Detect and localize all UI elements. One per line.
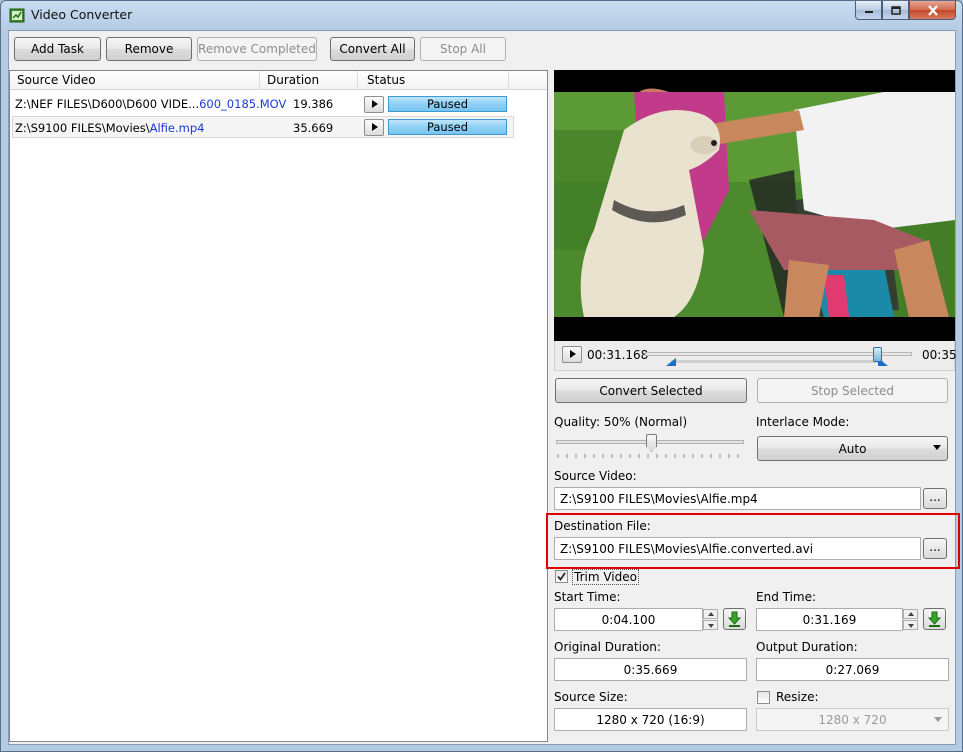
browse-source-button[interactable]: ...	[923, 488, 947, 509]
table-row[interactable]: Z:\NEF FILES\D600\D600 VIDE...600_0185.M…	[12, 93, 514, 115]
output-duration-field: 0:27.069	[756, 658, 949, 681]
quality-slider[interactable]	[556, 432, 746, 462]
stop-all-button[interactable]: Stop All	[420, 37, 506, 61]
destination-file-field[interactable]: Z:\S9100 FILES\Movies\Alfie.converted.av…	[554, 537, 921, 560]
trim-range-bar	[671, 360, 883, 363]
source-video-label: Source Video:	[554, 469, 637, 483]
remove-button[interactable]: Remove	[106, 37, 192, 61]
original-duration-field: 0:35.669	[554, 658, 747, 681]
end-time: 00:35	[922, 348, 957, 362]
end-time-field[interactable]: 0:31.169	[756, 608, 903, 631]
source-size-field: 1280 x 720 (16:9)	[554, 708, 747, 731]
set-end-time-button[interactable]	[923, 608, 946, 630]
trim-start-marker-icon[interactable]	[666, 358, 676, 366]
trim-video-checkbox[interactable]	[555, 570, 568, 583]
interlace-mode-value: Auto	[838, 441, 867, 456]
source-path-cell: Z:\S9100 FILES\Movies\Alfie.mp4	[15, 121, 205, 135]
minimize-icon	[864, 11, 873, 13]
original-duration-label: Original Duration:	[554, 640, 661, 654]
column-header-duration[interactable]: Duration	[267, 73, 319, 87]
duration-cell: 35.669	[293, 121, 334, 135]
list-header: Source Video Duration Status	[10, 71, 547, 90]
start-time-stepper[interactable]	[703, 609, 718, 630]
transport-bar: 00:31.168 00:35	[554, 341, 957, 371]
interlace-mode-select[interactable]: Auto	[757, 436, 948, 461]
checkmark-icon	[557, 572, 566, 581]
browse-destination-button[interactable]: ...	[923, 538, 947, 559]
play-button[interactable]	[562, 346, 582, 363]
quality-label: Quality: 50% (Normal)	[554, 415, 688, 429]
window-title: Video Converter	[31, 7, 133, 22]
duration-cell: 19.386	[293, 97, 334, 111]
resize-value: 1280 x 720	[818, 712, 887, 727]
chevron-down-icon	[933, 445, 941, 450]
start-time-field[interactable]: 0:04.100	[554, 608, 703, 631]
source-size-label: Source Size:	[554, 690, 628, 704]
set-start-time-button[interactable]	[723, 608, 746, 630]
status-badge: Paused	[388, 96, 507, 112]
destination-file-label: Destination File:	[554, 519, 651, 533]
source-video-field[interactable]: Z:\S9100 FILES\Movies\Alfie.mp4	[554, 487, 921, 510]
close-icon	[927, 4, 938, 16]
convert-all-button[interactable]: Convert All	[330, 37, 415, 61]
column-header-status[interactable]: Status	[367, 73, 405, 87]
play-task-button[interactable]	[364, 96, 384, 113]
convert-selected-button[interactable]: Convert Selected	[555, 378, 747, 403]
quality-ticks	[557, 454, 739, 458]
maximize-icon	[890, 5, 901, 15]
column-header-source[interactable]: Source Video	[17, 73, 96, 87]
video-frame-image	[554, 70, 955, 341]
start-time-label: Start Time:	[554, 590, 621, 604]
add-task-button[interactable]: Add Task	[14, 37, 101, 61]
chevron-down-icon	[934, 717, 942, 722]
remove-completed-button[interactable]: Remove Completed	[197, 37, 317, 61]
quality-slider-thumb[interactable]	[646, 434, 657, 452]
close-button[interactable]	[909, 1, 956, 20]
interlace-label: Interlace Mode:	[756, 415, 850, 429]
maximize-button[interactable]	[882, 1, 909, 20]
status-badge: Paused	[388, 119, 507, 135]
title-bar: Video Converter	[1, 1, 962, 29]
resize-checkbox[interactable]	[757, 691, 770, 704]
minimize-button[interactable]	[855, 1, 882, 20]
output-duration-label: Output Duration:	[756, 640, 858, 654]
seek-track[interactable]	[645, 352, 912, 356]
end-time-stepper[interactable]	[903, 609, 918, 630]
task-list[interactable]: Source Video Duration Status Z:\NEF FILE…	[9, 70, 548, 742]
table-row[interactable]: Z:\S9100 FILES\Movies\Alfie.mp4 35.669 P…	[12, 116, 514, 138]
video-preview[interactable]	[554, 70, 955, 341]
resize-select[interactable]: 1280 x 720	[756, 708, 949, 731]
resize-label: Resize:	[776, 690, 819, 704]
app-icon	[9, 8, 25, 23]
stop-selected-button[interactable]: Stop Selected	[757, 378, 948, 403]
seek-thumb[interactable]	[873, 347, 882, 362]
source-path-cell: Z:\NEF FILES\D600\D600 VIDE...600_0185.M…	[15, 97, 287, 111]
download-arrow-icon	[727, 611, 742, 627]
current-time: 00:31.168	[587, 348, 649, 362]
end-time-label: End Time:	[756, 590, 817, 604]
download-arrow-icon	[927, 611, 942, 627]
trim-video-label[interactable]: Trim Video	[572, 569, 639, 585]
play-task-button[interactable]	[364, 119, 384, 136]
